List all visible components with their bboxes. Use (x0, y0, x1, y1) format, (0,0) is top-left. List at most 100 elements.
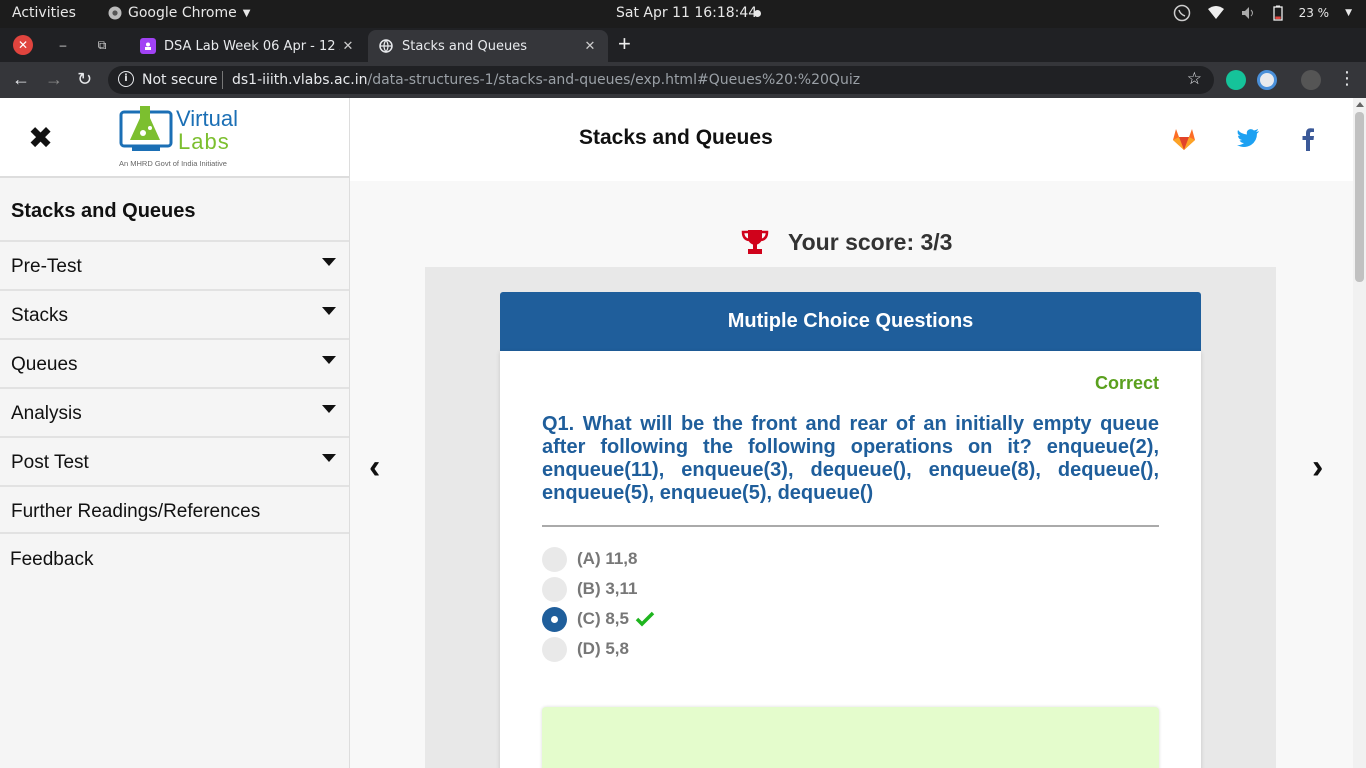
previous-question-arrow-icon[interactable]: ‹ (369, 450, 380, 484)
clock[interactable]: Sat Apr 11 16:18:44 (616, 5, 757, 21)
forward-arrow-icon[interactable]: → (45, 69, 63, 89)
virtual-labs-logo[interactable]: Virtual Labs An MHRD Govt of India Initi… (118, 102, 246, 170)
option-a[interactable]: (A) 11,8 (542, 546, 637, 572)
radio-button-selected[interactable] (542, 606, 567, 632)
sidebar-item-stacks[interactable]: Stacks (0, 289, 349, 338)
page-title: Stacks and Queues (579, 126, 773, 149)
wifi-icon (1207, 6, 1224, 19)
option-label: (C) 8,5 (577, 609, 629, 628)
window-minimize-button[interactable]: – (53, 35, 73, 55)
answer-status: Correct (1094, 373, 1159, 393)
tab-title: Stacks and Queues (402, 38, 527, 54)
feedback-link[interactable]: Feedback (10, 549, 93, 571)
scroll-up-arrow-icon[interactable] (1356, 102, 1364, 107)
question-text: Q1. What will be the front and rear of a… (542, 413, 1159, 504)
chevron-down-icon: ▼ (242, 7, 251, 19)
sidebar-item-further-readings[interactable]: Further Readings/References (0, 485, 349, 534)
sidebar-header: ✖ Virtual Labs An MHRD Govt of India Ini… (0, 98, 349, 178)
close-icon[interactable]: ✖ (28, 124, 53, 154)
facebook-icon[interactable] (1294, 124, 1322, 152)
option-label: (D) 5,8 (577, 639, 629, 658)
gitlab-icon[interactable] (1170, 124, 1198, 152)
option-b[interactable]: (B) 3,11 (542, 576, 637, 602)
grammarly-icon[interactable] (1226, 70, 1246, 90)
reload-icon[interactable]: ↻ (77, 69, 92, 89)
profile-avatar[interactable] (1301, 70, 1321, 90)
radio-button[interactable] (542, 546, 567, 572)
option-label: (B) 3,11 (577, 579, 638, 598)
checkmark-icon (635, 611, 655, 627)
caret-down-icon (322, 454, 336, 462)
app-menu[interactable]: Google Chrome ▼ (108, 5, 250, 21)
sidebar: ✖ Virtual Labs An MHRD Govt of India Ini… (0, 98, 350, 768)
tab-close-icon[interactable]: ✕ (582, 39, 598, 54)
app-name: Google Chrome (128, 5, 237, 21)
bookmark-star-icon[interactable]: ☆ (1187, 69, 1202, 89)
back-arrow-icon[interactable]: ← (12, 69, 30, 89)
caret-down-icon (322, 405, 336, 413)
activities-button[interactable]: Activities (12, 5, 76, 21)
sidebar-item-post-test[interactable]: Post Test (0, 436, 349, 485)
extension-icon[interactable] (1257, 70, 1277, 90)
trophy-icon (741, 230, 769, 254)
whatsapp-icon (1173, 4, 1190, 22)
kebab-menu-icon[interactable]: ⋮ (1338, 68, 1356, 88)
next-question-arrow-icon[interactable]: › (1312, 450, 1323, 484)
window-restore-button[interactable]: ⧉ (92, 35, 112, 55)
divider (222, 71, 223, 89)
option-d[interactable]: (D) 5,8 (542, 636, 629, 662)
sidebar-title: Stacks and Queues (11, 200, 196, 222)
info-icon[interactable]: i (118, 71, 134, 87)
tab-title: DSA Lab Week 06 Apr - 12 Apr (164, 38, 340, 54)
battery-icon (1272, 5, 1283, 21)
score-display: Your score: 3/3 (740, 228, 952, 256)
new-tab-button[interactable]: + (618, 33, 631, 55)
chevron-down-icon: ▼ (1345, 8, 1352, 18)
sidebar-item-pre-test[interactable]: Pre-Test (0, 240, 349, 289)
page: ✖ Virtual Labs An MHRD Govt of India Ini… (0, 98, 1366, 768)
chrome-icon (108, 6, 122, 20)
volume-icon (1241, 7, 1253, 19)
divider (542, 525, 1159, 527)
caret-down-icon (322, 307, 336, 315)
address-bar[interactable]: i Not secure ds1-iiith.vlabs.ac.in/data-… (108, 66, 1214, 94)
caret-down-icon (322, 356, 336, 364)
sidebar-item-label: Analysis (11, 403, 82, 424)
content-header: Stacks and Queues (350, 98, 1353, 181)
security-label[interactable]: Not secure (142, 72, 218, 88)
option-label: (A) 11,8 (577, 549, 638, 568)
url-text[interactable]: ds1-iiith.vlabs.ac.in/data-structures-1/… (232, 72, 860, 88)
tab-dsa-lab[interactable]: DSA Lab Week 06 Apr - 12 Apr ✕ (130, 30, 366, 62)
scrollbar-thumb[interactable] (1355, 112, 1364, 282)
tab-close-icon[interactable]: ✕ (340, 39, 356, 54)
url-host: ds1-iiith.vlabs.ac.in (232, 72, 368, 88)
radio-button[interactable] (542, 576, 567, 602)
sidebar-item-analysis[interactable]: Analysis (0, 387, 349, 436)
tab-stacks-and-queues[interactable]: Stacks and Queues ✕ (368, 30, 608, 62)
score-text: Your score: 3/3 (788, 228, 953, 255)
system-tray[interactable]: 23 % ▼ (1173, 4, 1352, 22)
main-content: Stacks and Queues Your score: 3/3 Mutipl… (350, 98, 1353, 768)
explanation-box (542, 707, 1159, 768)
page-scrollbar[interactable] (1353, 98, 1366, 768)
sidebar-item-label: Further Readings/References (11, 501, 261, 522)
sidebar-item-label: Post Test (11, 452, 89, 473)
option-c[interactable]: (C) 8,5 (542, 606, 655, 632)
radio-button[interactable] (542, 636, 567, 662)
battery-percent: 23 % (1298, 6, 1330, 20)
notification-dot (754, 10, 761, 17)
globe-icon (378, 38, 394, 54)
url-path: /data-structures-1/stacks-and-queues/exp… (367, 72, 861, 88)
classroom-icon (140, 38, 156, 54)
question-card: Correct Q1. What will be the front and r… (500, 351, 1201, 768)
tab-strip: ✕ – ⧉ DSA Lab Week 06 Apr - 12 Apr ✕ Sta… (0, 28, 1366, 62)
sidebar-item-label: Queues (11, 354, 78, 375)
window-close-button[interactable]: ✕ (13, 35, 33, 55)
logo-tagline: An MHRD Govt of India Initiative (119, 159, 227, 168)
logo-line2: Labs (178, 129, 230, 154)
sidebar-item-label: Pre-Test (11, 256, 82, 277)
twitter-icon[interactable] (1234, 124, 1262, 152)
sidebar-item-queues[interactable]: Queues (0, 338, 349, 387)
mcq-header: Mutiple Choice Questions (500, 292, 1201, 351)
caret-down-icon (322, 258, 336, 266)
